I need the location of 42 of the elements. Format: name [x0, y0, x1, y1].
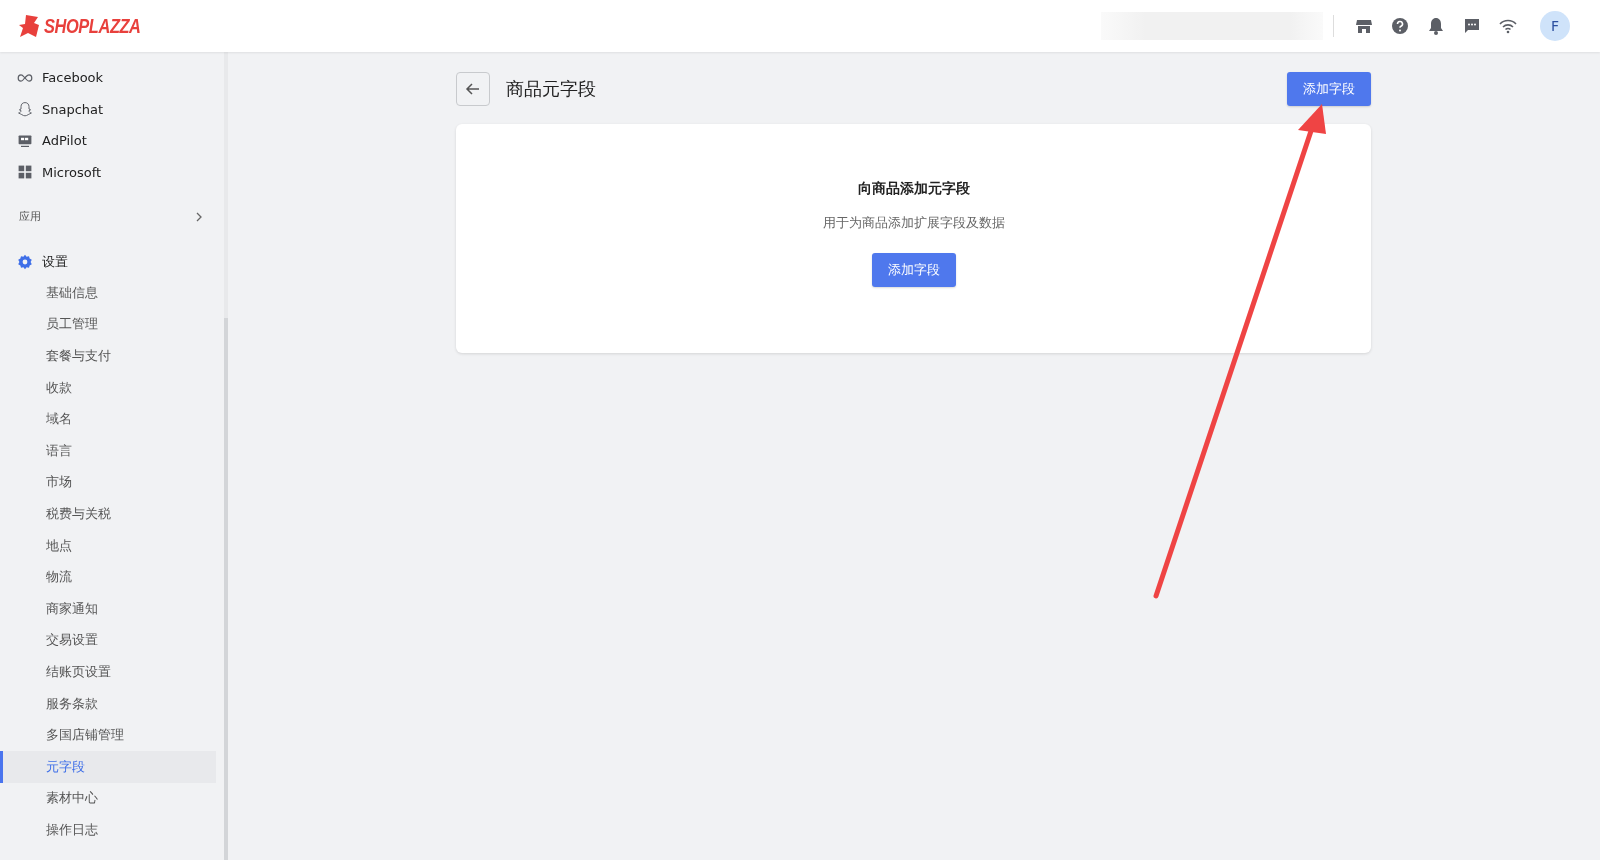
settings-subitem[interactable]: 基础信息 — [0, 277, 216, 309]
chat-icon[interactable] — [1462, 16, 1482, 36]
empty-state-description: 用于为商品添加扩展字段及数据 — [822, 214, 1005, 232]
help-icon[interactable] — [1390, 16, 1410, 36]
settings-subitem[interactable]: 服务条款 — [0, 687, 216, 720]
settings-subitem[interactable]: 税费与关税 — [0, 498, 216, 530]
settings-subitem[interactable]: 元字段 — [0, 750, 216, 783]
settings-subitem[interactable]: 结账页设置 — [0, 656, 216, 688]
sidebar-item[interactable]: Facebook — [0, 62, 224, 94]
settings-subitem[interactable]: 地点 — [0, 529, 216, 562]
sidebar-item[interactable]: Microsoft — [0, 156, 224, 188]
settings-subitem[interactable]: 多国店铺管理 — [0, 719, 216, 751]
monitor-icon — [17, 132, 33, 149]
grid-icon — [17, 164, 33, 181]
page-title: 商品元字段 — [506, 77, 597, 101]
user-avatar[interactable]: F — [1540, 11, 1570, 41]
settings-subitem[interactable]: 套餐与支付 — [0, 340, 216, 372]
back-arrow-icon — [465, 81, 481, 97]
settings-subitem[interactable]: 操作日志 — [0, 814, 216, 846]
sidebar-item[interactable]: AdPilot — [0, 125, 224, 157]
settings-subitem[interactable]: 素材中心 — [0, 782, 216, 815]
bell-icon[interactable] — [1426, 16, 1446, 36]
settings-item[interactable]: 设置 — [0, 246, 224, 277]
settings-subitem[interactable]: 语言 — [0, 434, 216, 467]
gear-icon — [17, 253, 33, 270]
apps-section[interactable]: 应用 — [0, 201, 224, 232]
settings-subitem[interactable]: 收款 — [0, 371, 216, 404]
add-field-button[interactable]: 添加字段 — [871, 253, 956, 287]
settings-subitem[interactable]: 域名 — [0, 403, 216, 435]
logo-icon — [18, 14, 40, 38]
settings-subitem[interactable]: 交易设置 — [0, 624, 216, 657]
chevron-right-icon — [194, 211, 204, 222]
sidebar-item[interactable]: Snapchat — [0, 93, 224, 125]
back-button[interactable] — [456, 72, 490, 106]
brand-logo: SHOPLAZZA — [44, 14, 141, 38]
empty-state-heading: 向商品添加元字段 — [857, 180, 970, 198]
add-field-button[interactable]: 添加字段 — [1287, 72, 1371, 106]
settings-subitem[interactable]: 员工管理 — [0, 308, 216, 341]
settings-subitem[interactable]: 物流 — [0, 561, 216, 593]
settings-subitem[interactable]: 市场 — [0, 466, 216, 499]
ghost-icon — [17, 101, 33, 118]
settings-subitem[interactable]: 商家通知 — [0, 592, 216, 625]
